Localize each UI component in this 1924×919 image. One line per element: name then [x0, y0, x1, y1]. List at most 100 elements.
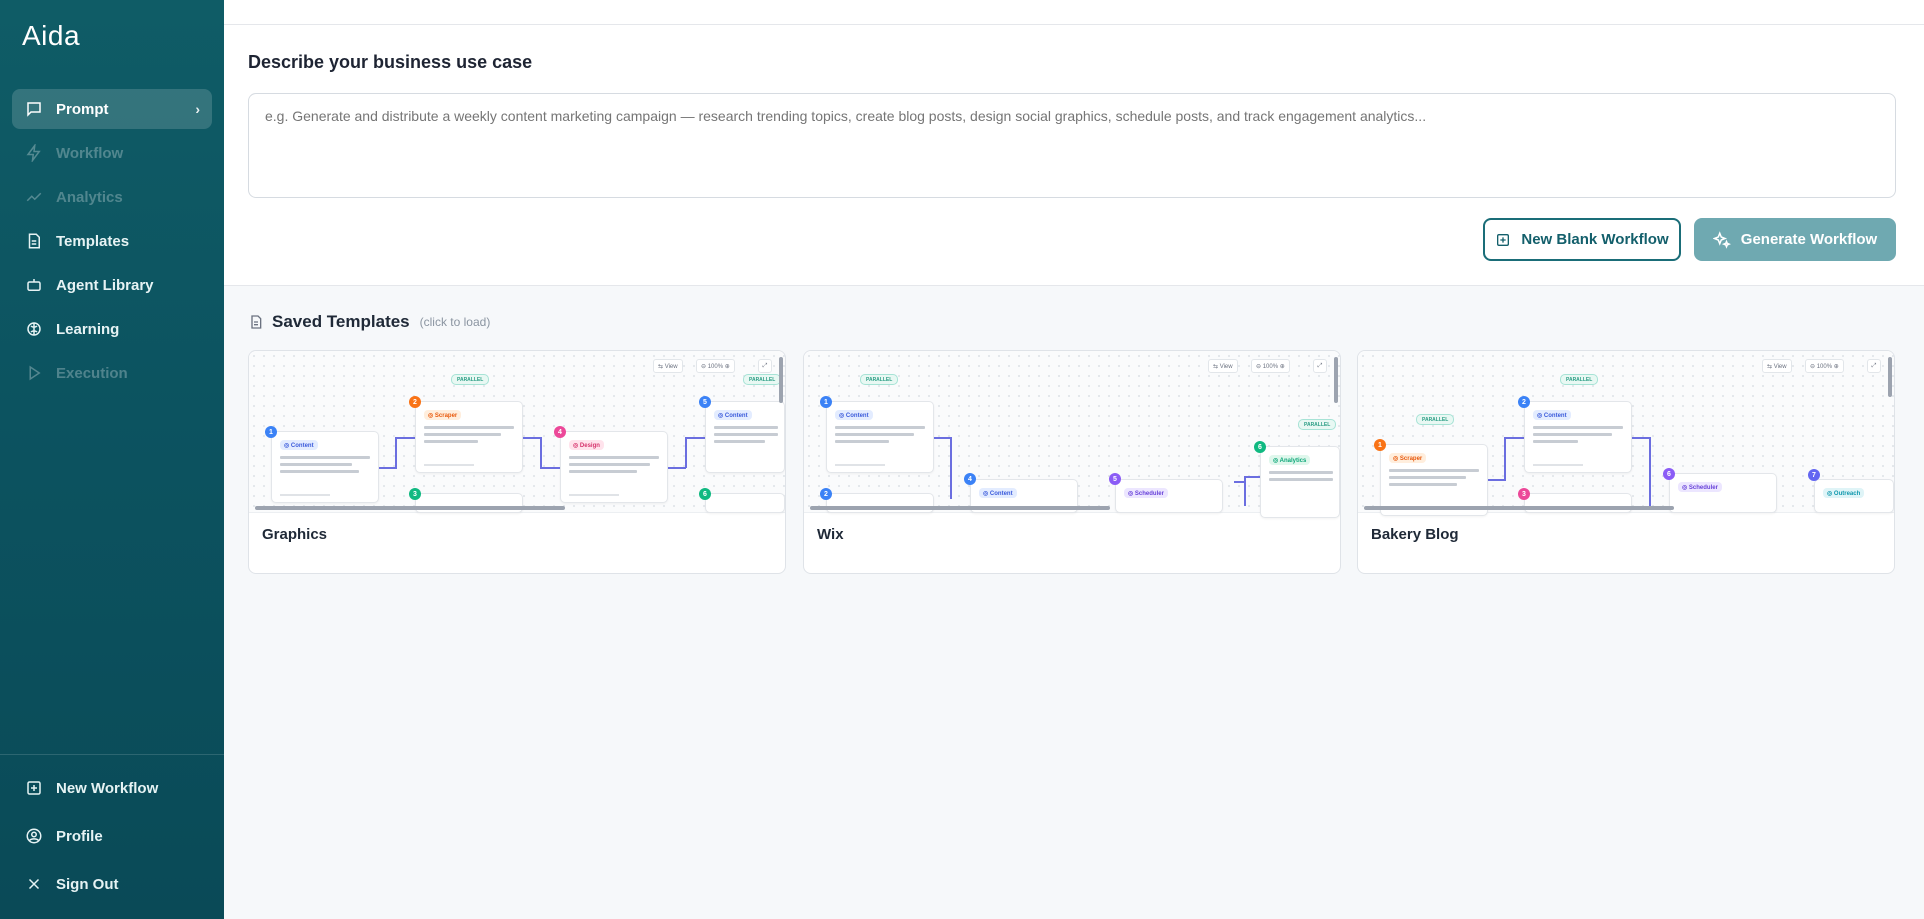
sidebar-bottom-nav: New Workflow Profile Sign Out [12, 766, 212, 910]
workflow-node: ◎ Scheduler [1669, 473, 1777, 513]
parallel-badge: PARALLEL [451, 374, 490, 385]
workflow-node [705, 493, 785, 513]
fullscreen-icon[interactable]: ⤢ [758, 359, 772, 373]
vertical-scrollbar[interactable] [1888, 357, 1892, 397]
scheduler-tag: ◎ Scheduler [1124, 488, 1168, 498]
horizontal-scrollbar[interactable] [1364, 506, 1674, 510]
parallel-badge: PARALLEL [743, 374, 782, 385]
workflow-edge [1632, 437, 1650, 439]
app-logo[interactable]: Aida [22, 20, 80, 52]
template-name: Graphics [262, 526, 328, 543]
zoom-control[interactable]: ⊖ 100% ⊕ [1805, 359, 1844, 373]
step-badge: 6 [1254, 441, 1266, 453]
template-card-bakery-blog[interactable]: ⇆ View ⊖ 100% ⊕ ⤢ PARALLEL PARALLEL ◎ Sc… [1357, 350, 1895, 574]
profile-button[interactable]: Profile [12, 814, 212, 858]
saved-templates-hint: (click to load) [419, 315, 491, 329]
new-workflow-label: New Workflow [56, 779, 159, 797]
workflow-edge [1504, 437, 1524, 439]
scheduler-tag: ◎ Scheduler [1678, 482, 1722, 492]
step-badge: 6 [699, 488, 711, 500]
scraper-tag: ◎ Scraper [1389, 453, 1427, 463]
workflow-node [826, 493, 934, 513]
sidebar-divider [0, 754, 224, 755]
step-badge: 1 [265, 426, 277, 438]
workflow-node: ◎ Outreach [1814, 479, 1894, 513]
template-card-graphics[interactable]: ⇆ View ⊖ 100% ⊕ ⤢ PARALLEL PARALLEL ◎ Co… [248, 350, 786, 574]
plus-square-icon [1497, 233, 1510, 246]
workflow-edge [950, 437, 952, 499]
workflow-preview: ⇆ View ⊖ 100% ⊕ ⤢ PARALLEL PARALLEL ◎ Co… [804, 351, 1340, 518]
analytics-tag: ◎ Analytics [1269, 455, 1311, 465]
saved-templates-header: Saved Templates (click to load) [248, 312, 490, 332]
parallel-badge: PARALLEL [860, 374, 899, 385]
parallel-badge: PARALLEL [1416, 414, 1455, 425]
workflow-edge [395, 437, 415, 439]
workflow-edge [685, 437, 705, 439]
vertical-scrollbar[interactable] [1334, 357, 1338, 403]
step-badge: 3 [1518, 488, 1530, 500]
vertical-scrollbar[interactable] [779, 357, 783, 403]
chevron-right-icon: › [195, 101, 200, 117]
view-control[interactable]: ⇆ View [653, 359, 683, 373]
workflow-edge [1504, 437, 1506, 480]
document-icon [24, 231, 44, 251]
play-icon [24, 363, 44, 383]
view-control[interactable]: ⇆ View [1762, 359, 1792, 373]
sidebar-item-agent-library[interactable]: Agent Library [12, 265, 212, 305]
sidebar-item-templates[interactable]: Templates [12, 221, 212, 261]
horizontal-scrollbar[interactable] [255, 506, 565, 510]
workflow-edge [540, 437, 542, 468]
sidebar-item-learning[interactable]: Learning [12, 309, 212, 349]
horizontal-scrollbar[interactable] [810, 506, 1110, 510]
step-badge: 4 [964, 473, 976, 485]
view-control[interactable]: ⇆ View [1208, 359, 1238, 373]
workflow-node: ◎ Content [705, 401, 785, 473]
sign-out-button[interactable]: Sign Out [12, 862, 212, 906]
template-name: Wix [817, 526, 844, 543]
workflow-node [1524, 493, 1632, 513]
step-badge: 2 [1518, 396, 1530, 408]
sidebar-item-label: Templates [56, 232, 130, 250]
workflow-edge [395, 437, 397, 468]
step-badge: 7 [1808, 469, 1820, 481]
header-divider [224, 24, 1924, 25]
sidebar-nav: Prompt › Workflow Analytics Templates Ag… [12, 89, 212, 397]
bar-chart-icon [24, 187, 44, 207]
sidebar-item-label: Prompt [56, 100, 109, 118]
content-tag: ◎ Content [835, 410, 873, 420]
step-badge: 2 [409, 396, 421, 408]
fullscreen-icon[interactable]: ⤢ [1867, 359, 1881, 373]
sidebar-item-label: Learning [56, 320, 120, 338]
design-tag: ◎ Design [569, 440, 604, 450]
robot-icon [24, 275, 44, 295]
workflow-node: ◎ Scheduler [1115, 479, 1223, 513]
main-content: Describe your business use case New Blan… [224, 0, 1924, 919]
zoom-control[interactable]: ⊖ 100% ⊕ [1251, 359, 1290, 373]
step-badge: 6 [1663, 468, 1675, 480]
use-case-input[interactable] [248, 93, 1896, 198]
workflow-node: ◎ Content [1524, 401, 1632, 473]
workflow-node: ◎ Scraper [415, 401, 523, 473]
template-card-wix[interactable]: ⇆ View ⊖ 100% ⊕ ⤢ PARALLEL PARALLEL ◎ Co… [803, 350, 1341, 574]
content-tag: ◎ Content [280, 440, 318, 450]
plus-square-icon [24, 778, 44, 798]
sidebar: Aida Prompt › Workflow Analytics Templat… [0, 0, 224, 919]
generate-workflow-button[interactable]: Generate Workflow [1694, 218, 1896, 261]
workflow-edge [1244, 476, 1260, 478]
user-circle-icon [24, 826, 44, 846]
new-blank-workflow-button[interactable]: New Blank Workflow [1483, 218, 1681, 261]
new-workflow-button[interactable]: New Workflow [12, 766, 212, 810]
sign-out-label: Sign Out [56, 875, 119, 893]
sidebar-item-execution: Execution [12, 353, 212, 393]
sidebar-item-prompt[interactable]: Prompt › [12, 89, 212, 129]
message-square-icon [24, 99, 44, 119]
fullscreen-icon[interactable]: ⤢ [1313, 359, 1327, 373]
use-case-title: Describe your business use case [248, 52, 533, 72]
step-badge: 1 [820, 396, 832, 408]
close-icon [24, 874, 44, 894]
workflow-preview: ⇆ View ⊖ 100% ⊕ ⤢ PARALLEL PARALLEL ◎ Sc… [1358, 351, 1894, 516]
sidebar-item-label: Agent Library [56, 276, 154, 294]
zoom-control[interactable]: ⊖ 100% ⊕ [696, 359, 735, 373]
workflow-node: ◎ Content [826, 401, 934, 473]
template-grid: ⇆ View ⊖ 100% ⊕ ⤢ PARALLEL PARALLEL ◎ Co… [248, 350, 1896, 575]
